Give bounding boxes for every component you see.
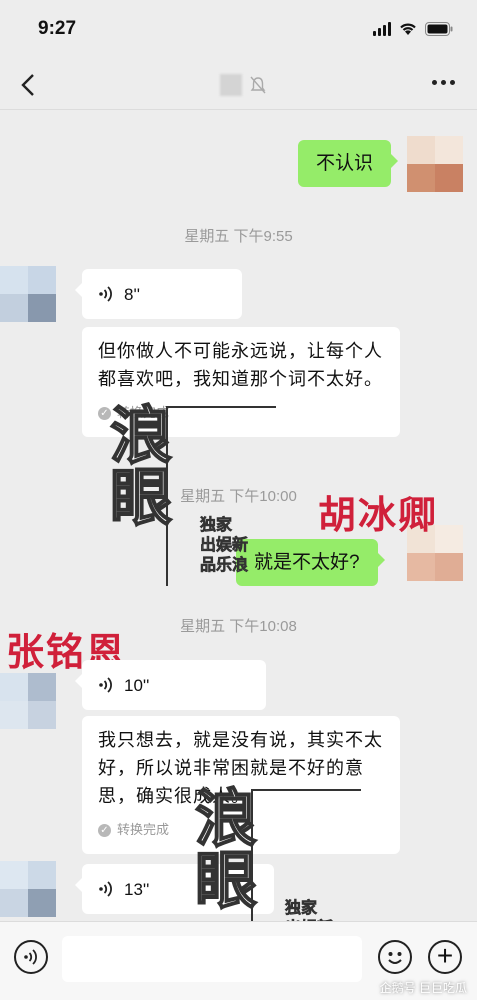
watermark: 浪眼 独家 出娱新 品乐浪 (109, 402, 280, 586)
message-input[interactable] (62, 936, 362, 982)
voice-message[interactable]: 10'' (75, 660, 266, 710)
signal-icon (373, 22, 391, 36)
watermark-text-2: 出娱新 (200, 537, 249, 555)
message-bubble-out[interactable]: 不认识 (298, 140, 399, 187)
chat-header (0, 60, 477, 110)
watermark-text-3: 品乐浪 (200, 557, 249, 575)
timestamp: 星期五 下午9:55 (184, 228, 293, 245)
voice-duration: 13'' (124, 879, 150, 899)
wifi-icon (399, 22, 417, 36)
contact-avatar[interactable] (0, 673, 56, 729)
check-icon: ✓ (98, 823, 111, 837)
battery-icon (425, 22, 453, 36)
watermark-logo: 浪眼 (109, 402, 173, 533)
voice-message[interactable]: 8'' (75, 269, 242, 319)
transcript-text: 但你做人不可能永远说，让每个人都喜欢吧，我知道那个词不太好。 (98, 341, 383, 389)
plus-icon[interactable]: + (428, 940, 462, 974)
contact-avatar[interactable] (0, 266, 56, 322)
status-time: 9:27 (38, 18, 77, 39)
voice-wave-icon (24, 949, 37, 965)
my-avatar[interactable] (407, 136, 463, 192)
contact-name-blurred (220, 74, 242, 96)
mute-bell-icon (250, 76, 266, 94)
voice-wave-icon (98, 676, 114, 694)
voice-wave-icon (98, 880, 114, 898)
input-bar: + 企鹅号 巨巨吃瓜 (0, 921, 477, 1000)
voice-duration: 8'' (124, 284, 140, 304)
watermark-text-1: 独家 (285, 900, 318, 918)
contact-avatar[interactable] (0, 861, 56, 917)
more-options-icon[interactable] (432, 80, 455, 85)
conversion-status-label: 转换完成 (117, 822, 170, 837)
back-arrow-icon[interactable] (16, 72, 42, 98)
chat-area: 不认识 星期五 下午9:55 8'' 但你做人不可能永远说，让每个人都喜欢吧，我… (0, 111, 477, 959)
voice-input-toggle[interactable] (14, 940, 48, 974)
voice-duration: 10'' (124, 675, 150, 695)
watermark-text-1: 独家 (200, 517, 233, 535)
source-tag: 企鹅号 巨巨吃瓜 (379, 981, 467, 995)
status-bar: 9:27 (0, 0, 477, 60)
emoji-icon[interactable] (378, 940, 412, 974)
voice-wave-icon (98, 285, 114, 303)
status-icons (373, 22, 453, 36)
watermark-logo: 浪眼 (194, 785, 258, 916)
overlay-name-right: 胡冰卿 (318, 495, 439, 537)
message-text: 不认识 (316, 153, 374, 174)
